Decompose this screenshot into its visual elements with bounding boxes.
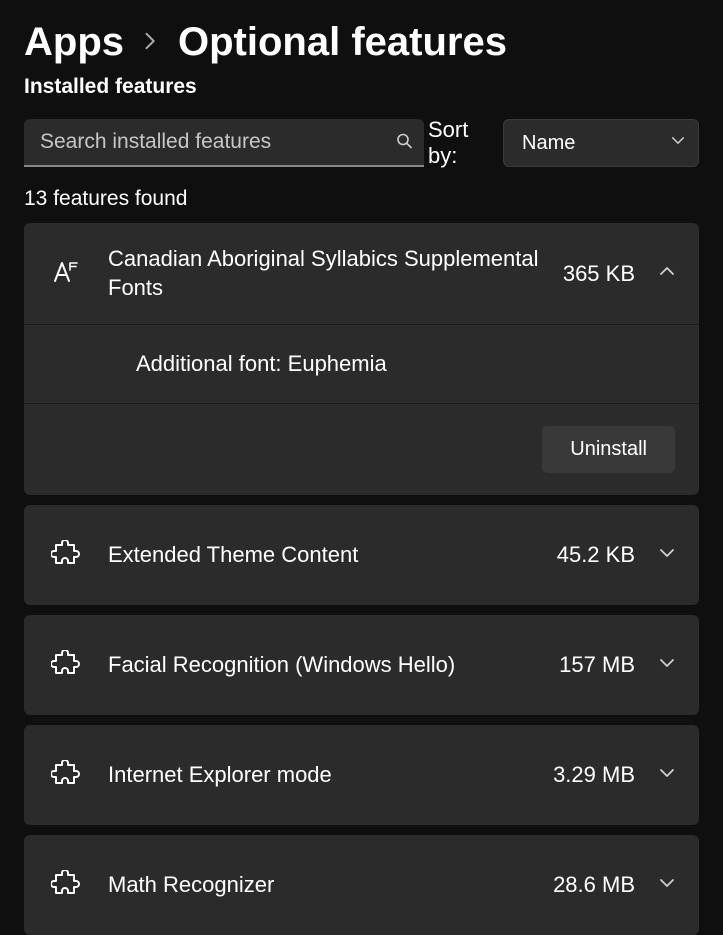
feature-size: 365 KB [563,261,635,287]
sort-label: Sort by: [428,117,489,169]
chevron-down-icon [671,134,685,153]
page-title: Optional features [178,20,507,65]
search-icon [396,133,412,154]
feature-card: Math Recognizer 28.6 MB [24,835,699,935]
chevron-down-icon [659,765,675,786]
feature-title: Math Recognizer [108,871,529,900]
uninstall-button[interactable]: Uninstall [542,426,675,473]
puzzle-icon [48,760,84,790]
chevron-down-icon [659,655,675,676]
feature-card: Internet Explorer mode 3.29 MB [24,725,699,825]
sort-dropdown[interactable]: Name [503,119,699,167]
breadcrumb: Apps Optional features [0,0,723,79]
feature-list: Canadian Aboriginal Syllabics Supplement… [0,223,723,935]
feature-row[interactable]: Canadian Aboriginal Syllabics Supplement… [24,223,699,324]
puzzle-icon [48,650,84,680]
feature-row[interactable]: Extended Theme Content 45.2 KB [24,505,699,605]
sort-value: Name [522,132,575,155]
font-icon [48,259,84,289]
chevron-right-icon [142,29,160,57]
result-count: 13 features found [0,169,723,223]
feature-size: 3.29 MB [553,762,635,788]
feature-title: Internet Explorer mode [108,761,529,790]
feature-size: 45.2 KB [557,542,635,568]
puzzle-icon [48,870,84,900]
feature-row[interactable]: Math Recognizer 28.6 MB [24,835,699,935]
feature-title: Facial Recognition (Windows Hello) [108,651,535,680]
feature-actions: Uninstall [24,403,699,495]
feature-row[interactable]: Internet Explorer mode 3.29 MB [24,725,699,825]
feature-title: Canadian Aboriginal Syllabics Supplement… [108,245,539,302]
breadcrumb-root[interactable]: Apps [24,20,124,65]
chevron-up-icon [659,263,675,284]
feature-size: 28.6 MB [553,872,635,898]
feature-card: Facial Recognition (Windows Hello) 157 MB [24,615,699,715]
feature-card: Extended Theme Content 45.2 KB [24,505,699,605]
feature-row[interactable]: Facial Recognition (Windows Hello) 157 MB [24,615,699,715]
feature-title: Extended Theme Content [108,541,533,570]
feature-detail: Additional font: Euphemia [24,324,699,403]
chevron-down-icon [659,875,675,896]
feature-size: 157 MB [559,652,635,678]
puzzle-icon [48,540,84,570]
chevron-down-icon [659,545,675,566]
section-heading: Installed features [0,75,723,99]
search-box [24,119,424,167]
search-input[interactable] [24,119,424,167]
sort-dropdown-wrap: Name [497,119,699,167]
feature-card: Canadian Aboriginal Syllabics Supplement… [24,223,699,495]
search-sort-row: Sort by: Name [0,99,723,169]
